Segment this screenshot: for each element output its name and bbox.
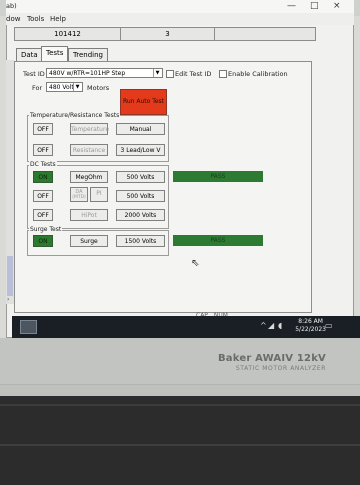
motors-label: Motors — [87, 84, 110, 92]
menu-window[interactable]: dow — [6, 15, 20, 23]
window-title: ab) — [6, 2, 17, 10]
temperature-mode-button[interactable]: Manual — [116, 123, 165, 135]
menu-bar: dow Tools Help — [6, 13, 354, 25]
tab-data[interactable]: Data — [16, 48, 43, 61]
run-auto-test-button[interactable]: Run Auto Test — [120, 89, 167, 115]
scrollbar-thumb[interactable] — [7, 256, 13, 296]
resistance-mode-button[interactable]: 3 Lead/Low V — [116, 144, 165, 156]
megohm-button[interactable]: MegOhm — [70, 171, 108, 183]
da-button[interactable]: DA (MTD) — [70, 187, 88, 202]
pi-button[interactable]: PI — [90, 187, 108, 202]
megohm-result-badge: PASS — [173, 171, 263, 182]
device-base — [0, 396, 360, 485]
system-clock[interactable]: 8:26 AM 5/22/2023 — [295, 318, 326, 334]
base-line — [0, 404, 360, 406]
info-right-cell — [215, 28, 315, 40]
megohm-voltage-button[interactable]: 500 Volts — [116, 171, 165, 183]
menu-help[interactable]: Help — [50, 15, 66, 23]
device-brand: Baker AWAIV 12kV — [217, 353, 326, 364]
enable-calibration-label: Enable Calibration — [228, 70, 288, 78]
da-pi-voltage-button[interactable]: 500 Volts — [116, 190, 165, 202]
app-taskbar-icon[interactable] — [20, 320, 37, 334]
surge-result-badge: PASS — [173, 235, 263, 246]
dc-tests-title: DC Tests — [29, 161, 57, 168]
tray-up-icon[interactable]: ^ — [260, 321, 267, 330]
title-bar: ab) — □ × — [6, 0, 354, 13]
taskbar: ^ ◢ ◖ 8:26 AM 5/22/2023 ▭ — [12, 316, 360, 338]
test-id-label: Test ID — [23, 70, 45, 78]
clock-time: 8:26 AM — [298, 318, 323, 325]
close-icon[interactable]: × — [333, 1, 341, 11]
app-window: ab) — □ × dow Tools Help 101412 3 Data T… — [6, 0, 360, 338]
voltage-select[interactable]: 480 Volt ▼ — [46, 82, 83, 92]
surge-voltage-button[interactable]: 1500 Volts — [116, 235, 165, 247]
edit-test-id-label: Edit Test ID — [175, 70, 212, 78]
device-subtitle: STATIC MOTOR ANALYZER — [235, 365, 326, 372]
resistance-button[interactable]: Resistance — [70, 144, 108, 156]
hipot-state-button[interactable]: OFF — [33, 209, 53, 221]
edit-test-id-checkbox[interactable] — [166, 70, 174, 78]
menu-tools[interactable]: Tools — [27, 15, 44, 23]
left-scrollbar[interactable]: › — [6, 60, 14, 304]
scroll-arrow-icon[interactable]: › — [7, 296, 9, 303]
temperature-button[interactable]: Temperature — [70, 123, 109, 135]
info-bar: 101412 3 — [14, 27, 316, 41]
minimize-icon[interactable]: — — [287, 1, 296, 11]
clock-date: 5/22/2023 — [295, 326, 326, 333]
mouse-cursor-icon: ⇖ — [191, 258, 200, 269]
hipot-voltage-button[interactable]: 2000 Volts — [116, 209, 165, 221]
tab-trending[interactable]: Trending — [68, 48, 108, 61]
da-pi-state-button[interactable]: OFF — [33, 190, 53, 202]
test-id-select[interactable]: 480V w/RTR=101HP Step ▼ — [46, 68, 163, 78]
hipot-button[interactable]: HiPot — [70, 209, 108, 221]
surge-test-title: Surge Test — [29, 226, 63, 233]
for-label: For — [32, 84, 43, 92]
resistance-state-button[interactable]: OFF — [33, 144, 53, 156]
surge-button[interactable]: Surge — [70, 235, 108, 247]
maximize-icon[interactable]: □ — [310, 1, 319, 11]
enable-calibration-checkbox[interactable] — [219, 70, 227, 78]
volume-icon[interactable]: ◖ — [278, 321, 282, 330]
temperature-state-button[interactable]: OFF — [33, 123, 53, 135]
notification-icon[interactable]: ▭ — [325, 321, 333, 330]
chevron-down-icon: ▼ — [73, 83, 81, 91]
surge-state-button[interactable]: ON — [33, 235, 53, 247]
info-left-value: 101412 — [15, 28, 121, 40]
temperature-resistance-title: Temperature/Resistance Tests — [29, 112, 121, 119]
megohm-state-button[interactable]: ON — [33, 171, 53, 183]
network-icon[interactable]: ◢ — [268, 321, 274, 330]
info-center-value: 3 — [121, 28, 215, 40]
tab-tests[interactable]: Tests — [41, 46, 69, 61]
base-line — [0, 444, 360, 446]
tests-panel: Test ID 480V w/RTR=101HP Step ▼ Edit Tes… — [14, 61, 312, 313]
chevron-down-icon: ▼ — [153, 69, 161, 77]
